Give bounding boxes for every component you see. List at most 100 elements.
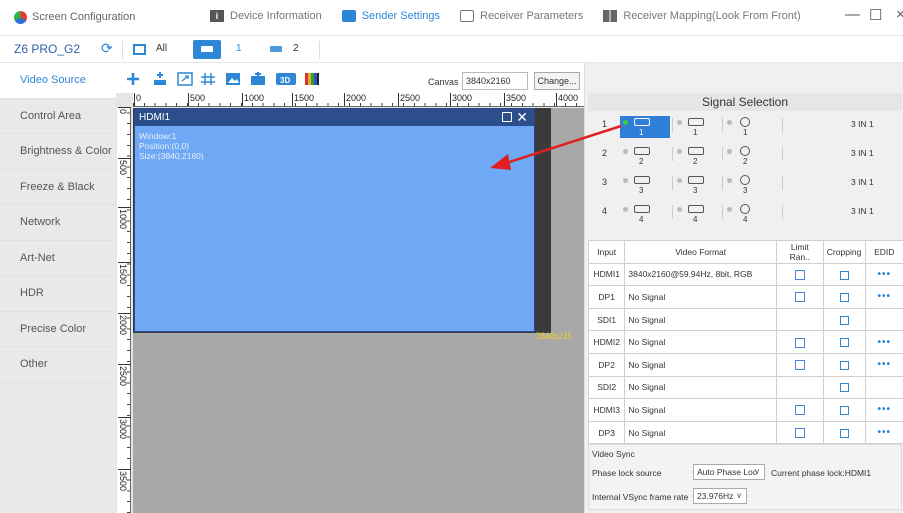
video-window[interactable]: HDMI1 ✕ Window:1 Position:(0,0) Size:(38… xyxy=(134,108,535,332)
sender-2-label[interactable]: 2 xyxy=(293,43,299,54)
window-header[interactable]: HDMI1 ✕ xyxy=(135,109,534,126)
table-row[interactable]: HDMI2 No Signal ••• xyxy=(587,330,903,354)
crop-icon[interactable] xyxy=(839,315,849,325)
hdmi-icon xyxy=(634,205,650,213)
cropping-cell xyxy=(822,330,866,354)
dp-port[interactable]: 3 xyxy=(674,174,724,196)
sdi-port[interactable]: 1 xyxy=(724,116,774,138)
cropping-cell xyxy=(822,398,866,422)
sidebar-item-art-net[interactable]: Art-Net xyxy=(0,241,116,276)
sender-2-icon[interactable] xyxy=(270,46,282,52)
window-close-button[interactable]: ✕ xyxy=(516,109,528,126)
sender-1-button[interactable] xyxy=(193,40,221,59)
refresh-icon[interactable]: ⟳ xyxy=(101,40,113,57)
add-layer-icon[interactable] xyxy=(152,72,168,86)
divider xyxy=(672,176,673,190)
all-senders-icon[interactable] xyxy=(133,44,146,55)
edid-more-icon[interactable]: ••• xyxy=(878,427,892,438)
hdmi-port[interactable]: 4 xyxy=(620,203,670,225)
table-row[interactable]: DP1 No Signal ••• xyxy=(587,285,903,309)
chevron-down-icon: ∨ xyxy=(736,491,742,500)
sidebar-item-freeze-black[interactable]: Freeze & Black xyxy=(0,170,116,205)
tab-device-information[interactable]: i Device Information xyxy=(210,10,322,22)
tab-sender-settings[interactable]: Sender Settings xyxy=(341,10,440,22)
tab-receiver-parameters[interactable]: Receiver Parameters xyxy=(460,10,583,22)
sdi-port[interactable]: 2 xyxy=(724,145,774,167)
fit-window-icon[interactable] xyxy=(177,72,193,86)
limit-range-checkbox[interactable] xyxy=(794,405,805,416)
hdmi-port[interactable]: 3 xyxy=(620,174,670,196)
table-row[interactable]: HDMI1 3840x2160@59.94Hz, 8bit, RGB ••• xyxy=(587,262,903,287)
device-name[interactable]: Z6 PRO_G2 xyxy=(14,42,80,56)
sdi-port[interactable]: 3 xyxy=(724,174,774,196)
change-canvas-button[interactable]: Change... xyxy=(534,72,580,90)
video-format: 3840x2160@59.94Hz, 8bit, RGB xyxy=(624,262,778,287)
column-header-limit-range[interactable]: Limit Ran.. xyxy=(776,240,824,264)
sender-1-label[interactable]: 1 xyxy=(236,43,242,54)
tab-receiver-mapping[interactable]: Receiver Mapping(Look From Front) xyxy=(603,10,801,22)
crop-icon[interactable] xyxy=(839,428,849,438)
close-button[interactable]: × xyxy=(896,6,903,23)
divider xyxy=(782,118,783,132)
limit-range-checkbox[interactable] xyxy=(794,292,805,303)
info-icon: i xyxy=(210,10,224,22)
window-position: Position:(0,0) xyxy=(139,141,190,151)
edid-more-icon[interactable]: ••• xyxy=(878,359,892,370)
hdmi-port[interactable]: 2 xyxy=(620,145,670,167)
ruler-tick: 4000 xyxy=(555,93,579,106)
edid-more-icon[interactable]: ••• xyxy=(878,269,892,280)
status-dot-icon xyxy=(623,149,628,154)
input-name: DP2 xyxy=(587,352,626,377)
edid-more-icon[interactable]: ••• xyxy=(878,291,892,302)
sidebar-item-other[interactable]: Other xyxy=(0,347,116,383)
maximize-button[interactable]: ☐ xyxy=(869,6,882,24)
edid-more-icon[interactable]: ••• xyxy=(878,337,892,348)
image-icon[interactable] xyxy=(225,72,241,86)
sidebar-item-network[interactable]: Network xyxy=(0,205,116,241)
crop-icon[interactable] xyxy=(839,293,849,303)
canvas-workspace[interactable]: 0 500 1000 1500 2000 2500 3000 3500 4000… xyxy=(116,93,584,513)
limit-range-checkbox[interactable] xyxy=(794,360,805,371)
table-row[interactable]: HDMI3 No Signal ••• xyxy=(587,398,903,422)
limit-range-checkbox[interactable] xyxy=(794,427,805,438)
table-row[interactable]: DP3 No Signal ••• xyxy=(587,420,903,445)
status-dot-icon xyxy=(677,149,682,154)
minimize-button[interactable]: — xyxy=(845,6,860,23)
vsync-frame-rate-select[interactable]: 23.976Hz ∨ xyxy=(693,488,747,504)
phase-lock-select[interactable]: Auto Phase Loc ∨ xyxy=(693,464,765,480)
add-icon[interactable] xyxy=(125,72,141,86)
dp-port[interactable]: 4 xyxy=(674,203,724,225)
dp-port[interactable]: 2 xyxy=(674,145,724,167)
sidebar-item-video-source[interactable]: Video Source xyxy=(0,63,116,99)
canvas-size-input[interactable] xyxy=(462,72,528,90)
all-senders-label[interactable]: All xyxy=(156,43,167,54)
sidebar-item-brightness-color[interactable]: Brightness & Color xyxy=(0,134,116,170)
sdi-icon xyxy=(740,175,750,185)
sidebar-item-control-area[interactable]: Control Area xyxy=(0,99,116,134)
crop-icon[interactable] xyxy=(839,338,849,348)
color-bar-icon[interactable] xyxy=(304,72,320,86)
window-maximize-button[interactable] xyxy=(502,112,512,122)
grid-icon[interactable] xyxy=(200,72,216,86)
edid-more-icon[interactable]: ••• xyxy=(878,404,892,415)
sdi-port[interactable]: 4 xyxy=(724,203,774,225)
crop-icon[interactable] xyxy=(839,383,849,393)
table-row[interactable]: SDI2 No Signal xyxy=(587,375,903,400)
image-layer-icon[interactable] xyxy=(250,72,266,86)
crop-icon[interactable] xyxy=(839,270,849,280)
crop-icon[interactable] xyxy=(839,406,849,416)
input-table: Input Video Format Limit Ran.. Cropping … xyxy=(587,240,903,445)
table-row[interactable]: SDI1 No Signal xyxy=(587,307,903,332)
hdmi-icon xyxy=(634,118,650,126)
limit-range-checkbox[interactable] xyxy=(794,337,805,348)
hdmi-port[interactable]: 1 xyxy=(620,116,670,138)
table-row[interactable]: DP2 No Signal ••• xyxy=(587,352,903,377)
sidebar-item-precise-color[interactable]: Precise Color xyxy=(0,312,116,347)
divider xyxy=(672,205,673,219)
sidebar-item-hdr[interactable]: HDR xyxy=(0,276,116,312)
crop-icon[interactable] xyxy=(839,360,849,370)
signal-row-number: 4 xyxy=(602,206,608,216)
3d-icon[interactable]: 3D xyxy=(276,72,296,86)
dp-port[interactable]: 1 xyxy=(674,116,724,138)
limit-range-checkbox[interactable] xyxy=(794,269,805,280)
